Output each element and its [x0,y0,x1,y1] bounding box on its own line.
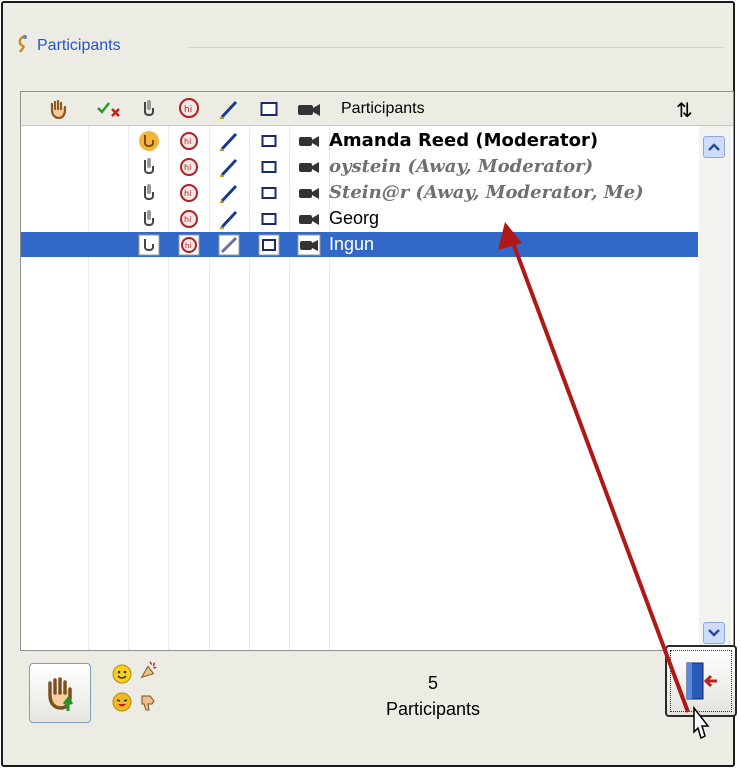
mouse-cursor-icon [693,706,710,740]
laugh-icon[interactable] [111,691,133,713]
scroll-down-button[interactable] [703,622,725,644]
participant-name[interactable]: Georg [329,206,379,231]
chat-icon[interactable]: hi [171,128,207,153]
list-item-selected[interactable]: hi Ingun [21,232,698,257]
microphone-active-icon[interactable] [131,128,167,153]
list-item[interactable]: hi Amanda Reed (Moderator) [21,128,698,153]
whiteboard-pen-icon[interactable] [211,180,247,205]
microphone-icon[interactable] [131,180,167,205]
svg-text:hi: hi [184,105,192,115]
svg-text:hi: hi [185,242,191,250]
camera-icon[interactable] [291,232,327,257]
approve-deny-icon[interactable] [91,92,127,126]
chat-icon[interactable]: hi [171,232,207,257]
participant-count-label: Participants [385,699,481,719]
participant-name[interactable]: Stein@r (Away, Moderator, Me) [329,180,644,205]
whiteboard-pen-icon[interactable] [211,206,247,231]
sort-arrows-icon[interactable]: ⇅ [676,98,693,122]
raise-hand-button[interactable] [29,663,91,723]
chat-icon[interactable]: hi [171,154,207,179]
participant-name[interactable]: Amanda Reed (Moderator) [329,128,598,153]
participants-list[interactable]: hi Participants ⇅ hi Amanda Reed (Modera [20,91,734,651]
screen-icon[interactable] [251,92,287,126]
participant-name[interactable]: Ingun [329,232,374,257]
vertical-scrollbar[interactable] [699,126,731,650]
camera-icon[interactable] [291,206,327,231]
footer-bar: 5 Participants [15,645,737,767]
svg-text:hi: hi [184,215,191,224]
screen-icon[interactable] [251,180,287,205]
list-item[interactable]: hi Georg [21,206,698,231]
chat-icon[interactable]: hi [171,180,207,205]
participants-column-header[interactable]: Participants [341,92,425,126]
whiteboard-pen-icon[interactable] [211,154,247,179]
camera-icon[interactable] [291,92,327,126]
camera-icon[interactable] [291,154,327,179]
screen-icon[interactable] [251,154,287,179]
whiteboard-pen-icon[interactable] [211,232,247,257]
camera-icon[interactable] [291,180,327,205]
participant-count: 5 [427,673,438,693]
whiteboard-pen-icon[interactable] [211,92,247,126]
header-divider [189,47,723,48]
screen-icon[interactable] [251,128,287,153]
svg-text:hi: hi [184,137,191,146]
participants-icon [15,34,31,58]
svg-text:hi: hi [184,189,191,198]
screen-icon[interactable] [251,206,287,231]
panel-title: Participants [37,37,121,54]
screen-icon[interactable] [251,232,287,257]
microphone-icon[interactable] [131,232,167,257]
list-item[interactable]: hi oystein (Away, Moderator) [21,154,698,179]
microphone-icon[interactable] [131,92,167,126]
chat-icon[interactable]: hi [171,92,207,126]
raise-hand-icon[interactable] [43,92,73,126]
participants-window: Participants hi Participants ⇅ hi Amanda… [1,1,737,767]
smile-icon[interactable] [111,663,133,685]
thumbs-down-icon[interactable] [137,691,159,713]
applause-icon[interactable] [137,659,159,681]
participant-name[interactable]: oystein (Away, Moderator) [329,154,593,179]
whiteboard-pen-icon[interactable] [211,128,247,153]
svg-text:hi: hi [184,163,191,172]
list-item[interactable]: hi Stein@r (Away, Moderator, Me) [21,180,698,205]
scroll-up-button[interactable] [703,136,725,158]
microphone-icon[interactable] [131,154,167,179]
panel-header: Participants [15,33,121,59]
microphone-icon[interactable] [131,206,167,231]
camera-icon[interactable] [291,128,327,153]
chat-icon[interactable]: hi [171,206,207,231]
list-header: hi Participants ⇅ [21,92,733,126]
